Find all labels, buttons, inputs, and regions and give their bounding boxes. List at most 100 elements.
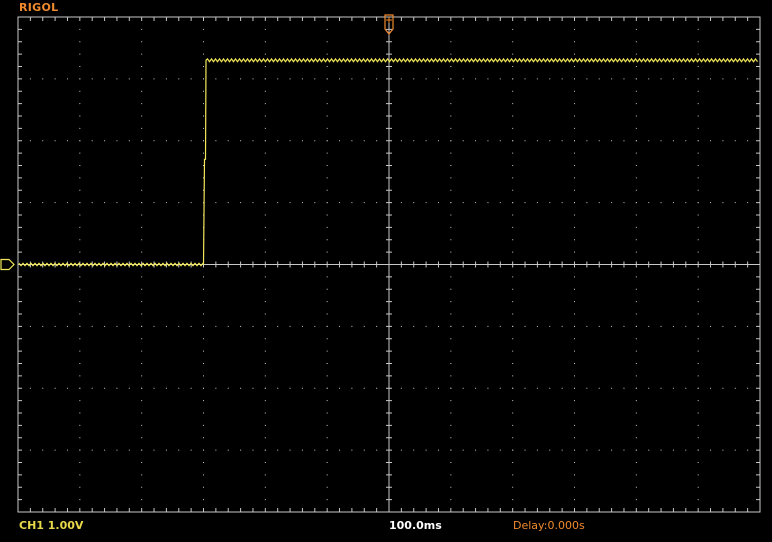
grid-dot <box>141 239 143 241</box>
grid-dot <box>499 325 501 327</box>
grid-dot <box>697 90 699 92</box>
grid-dot <box>203 103 204 105</box>
grid-dot <box>574 177 575 179</box>
grid-dot <box>512 313 514 315</box>
grid-dot <box>128 325 130 327</box>
grid-dot <box>512 202 514 204</box>
grid-dot <box>79 363 81 364</box>
grid-dot <box>141 412 143 414</box>
grid-dot <box>475 140 477 142</box>
grid-dot <box>141 288 143 290</box>
grid-dot <box>536 449 538 451</box>
grid-dot <box>79 424 81 426</box>
grid-dot <box>635 177 637 179</box>
grid-dot <box>79 437 81 439</box>
grid-dot <box>450 251 452 253</box>
grid-dot <box>574 66 575 67</box>
grid-dot <box>79 387 81 389</box>
grid-dot <box>203 276 204 278</box>
grid-dot <box>178 449 180 451</box>
grid-dot <box>54 202 56 204</box>
grid-dot <box>450 78 452 80</box>
grid-dot <box>141 28 143 30</box>
grid-dot <box>574 412 575 414</box>
grid-dot <box>660 78 662 80</box>
grid-dot <box>79 165 81 166</box>
grid-dot <box>549 78 551 80</box>
grid-dot <box>79 276 81 278</box>
delay-label[interactable]: Delay:0.000s <box>513 519 585 532</box>
grid-dot <box>697 226 699 228</box>
grid-dot <box>301 202 303 204</box>
grid-dot <box>326 486 328 488</box>
grid-dot <box>611 449 613 451</box>
grid-dot <box>203 437 204 439</box>
grid-dot <box>42 78 44 80</box>
grid-dot <box>376 202 378 204</box>
grid-dot <box>586 325 588 327</box>
grid-dot <box>79 226 81 228</box>
grid-dot <box>326 90 328 92</box>
grid-dot <box>425 140 427 142</box>
grid-dot <box>363 202 365 204</box>
grid-dot <box>264 288 266 290</box>
grid-dot <box>512 90 514 92</box>
grid-dot <box>635 412 637 414</box>
grid-dot <box>141 214 143 216</box>
grid-dot <box>203 350 204 352</box>
grid-dot <box>79 90 81 92</box>
grid-dot <box>29 78 31 80</box>
grid-dot <box>524 78 526 80</box>
grid-dot <box>635 189 637 191</box>
grid-dot <box>227 140 229 142</box>
grid-dot <box>697 400 699 402</box>
grid-dot <box>203 449 204 451</box>
grid-dot <box>697 41 699 43</box>
grid-dot <box>450 313 452 315</box>
grid-dot <box>512 350 514 352</box>
grid-dot <box>289 387 291 389</box>
grid-dot <box>425 387 427 389</box>
grid-dot <box>574 239 575 241</box>
grid-dot <box>141 486 143 488</box>
grid-dot <box>536 78 538 80</box>
grid-dot <box>326 301 328 303</box>
grid-dot <box>79 28 81 30</box>
grid-dot <box>586 449 588 451</box>
channel-scale-label[interactable]: CH1 1.00V <box>19 519 83 532</box>
grid-dot <box>697 338 699 340</box>
grid-dot <box>635 53 637 55</box>
grid-dot <box>450 53 452 55</box>
grid-dot <box>153 449 155 451</box>
timebase-label[interactable]: 100.0ms <box>389 519 442 532</box>
grid-dot <box>450 177 452 179</box>
channel-ground-icon[interactable] <box>0 258 15 271</box>
grid-dot <box>574 115 575 117</box>
grid-dot <box>524 449 526 451</box>
grid-dot <box>264 90 266 92</box>
grid-dot <box>400 202 402 204</box>
grid-dot <box>141 103 143 105</box>
grid-dot <box>264 499 266 501</box>
grid-dot <box>190 140 192 142</box>
grid-dot <box>648 325 650 327</box>
grid-dot <box>116 325 118 327</box>
grid-dot <box>240 78 242 80</box>
grid-dot <box>635 375 637 377</box>
grid-dot <box>697 474 699 476</box>
grid-dot <box>326 239 328 241</box>
grid-dot <box>326 375 328 377</box>
grid-dot <box>116 140 118 142</box>
grid-dot <box>672 449 674 451</box>
grid-dot <box>512 338 514 340</box>
grid-dot <box>697 412 699 414</box>
grid-dot <box>165 202 167 204</box>
grid-dot <box>128 449 130 451</box>
grid-dot <box>91 325 93 327</box>
grid-dot <box>203 400 204 402</box>
grid-dot <box>363 140 365 142</box>
grid-dot <box>685 140 687 142</box>
grid-dot <box>450 152 452 154</box>
grid-dot <box>141 226 143 228</box>
grid-dot <box>512 41 514 43</box>
